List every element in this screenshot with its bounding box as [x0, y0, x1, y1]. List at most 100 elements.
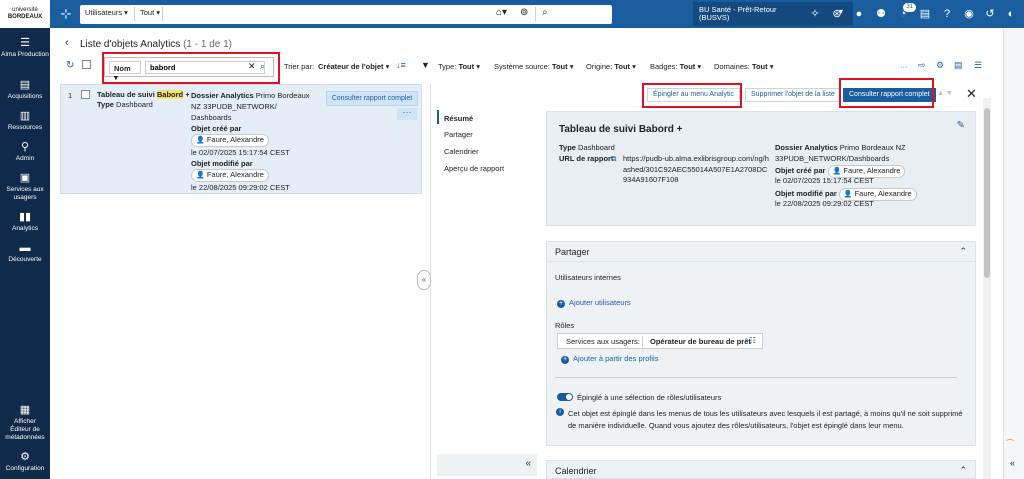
- clipboard-icon[interactable]: ▤: [917, 5, 933, 23]
- summary-card: Tableau de suivi Babord + ✎ Type Dashboa…: [546, 111, 976, 226]
- history-icon[interactable]: ↺: [982, 5, 998, 23]
- list-view-icon[interactable]: ☰: [974, 60, 982, 71]
- chart-icon: ▮▮: [18, 211, 32, 223]
- nav-metadata-editor[interactable]: ▦ Afficher Éditeur de métadonnées: [0, 404, 50, 442]
- export-icon[interactable]: ⇨: [918, 60, 926, 71]
- share-header[interactable]: Partager: [547, 242, 975, 262]
- scan-icon[interactable]: ⊛: [829, 5, 845, 23]
- detail-tab-preview[interactable]: Aperçu de rapport: [444, 164, 504, 173]
- user-chip[interactable]: 👤 Faure, Alexandre: [191, 134, 269, 147]
- nav-admin[interactable]: ⚲ Admin: [0, 141, 50, 163]
- gear-icon: ⚙: [20, 451, 30, 463]
- user-icon: 👤: [843, 191, 853, 198]
- chevron-up-icon[interactable]: ⌃: [959, 465, 967, 476]
- add-from-profiles-link[interactable]: + Ajouter à partir des profils: [561, 354, 658, 364]
- right-side-strip: ⌒ «: [1003, 28, 1024, 479]
- nav-alma-production[interactable]: ☰ Alma Production: [0, 37, 50, 59]
- clear-icon[interactable]: ✕: [248, 61, 256, 72]
- detail-tab-calendar[interactable]: Calendrier: [444, 147, 479, 156]
- collapse-panel-icon[interactable]: «: [417, 270, 431, 290]
- filter-origin[interactable]: Origine: Tout ▾: [586, 62, 636, 71]
- users-icon[interactable]: ⚉: [873, 5, 889, 23]
- list-item[interactable]: 1 Tableau de suivi Babord + Type Dashboa…: [60, 84, 422, 194]
- role-chip[interactable]: Services aux usagers: Opérateur de burea…: [557, 333, 763, 349]
- library-icon: ▥: [19, 110, 31, 122]
- nav-acquisitions[interactable]: ▤ Acquisitions: [0, 79, 50, 101]
- list-search-input[interactable]: [145, 61, 265, 74]
- nav-decouverte[interactable]: ▬ Découverte: [0, 242, 50, 264]
- user-icon: 👤: [196, 137, 205, 144]
- nav-ressources[interactable]: ▥ Ressources: [0, 110, 50, 132]
- search-icon[interactable]: ⌕: [542, 7, 548, 18]
- copy-icon[interactable]: ⧉: [611, 154, 621, 165]
- filter-icon[interactable]: ▼: [421, 60, 430, 70]
- expand-icon[interactable]: «: [1010, 458, 1015, 468]
- global-search-bar: Utilisateurs ▾ Tout ▾ ⌂▾ ⊚ ⌕: [80, 5, 612, 24]
- back-arrow-icon[interactable]: ‹: [65, 37, 69, 49]
- search-field-select[interactable]: Nom ▾: [109, 61, 141, 82]
- user-icon[interactable]: ●: [851, 5, 867, 23]
- search-field-select[interactable]: Tout ▾: [140, 8, 160, 17]
- book-icon: ▤: [19, 79, 31, 91]
- object-title: Tableau de suivi Babord +: [559, 124, 683, 135]
- nav-configuration[interactable]: ⚙ Configuration: [0, 451, 50, 473]
- consult-full-report-button[interactable]: Consulter rapport complet: [326, 91, 418, 106]
- plus-icon: +: [561, 356, 569, 364]
- nav-analytics[interactable]: ▮▮ Analytics: [0, 211, 50, 233]
- search-icon[interactable]: ⌕: [260, 61, 265, 72]
- settings-icon[interactable]: ⚙: [936, 60, 944, 71]
- notification-badge: 31: [902, 2, 917, 13]
- tasks-icon[interactable]: ✧: [807, 5, 823, 23]
- remove-object-button[interactable]: Supprimer l'objet de la liste: [745, 88, 841, 102]
- detail-scrollbar[interactable]: [983, 98, 991, 479]
- help-icon[interactable]: ?: [939, 5, 955, 23]
- side-menu-footer: «: [437, 454, 537, 476]
- chevron-up-icon[interactable]: ⌃: [959, 246, 967, 257]
- search-scope-select[interactable]: Utilisateurs ▾: [85, 8, 128, 17]
- sort-select[interactable]: Créateur de l'objet ▾: [318, 62, 389, 71]
- select-all-checkbox[interactable]: [82, 60, 91, 69]
- filter-type[interactable]: Type: Tout ▾: [438, 62, 480, 71]
- home-icon[interactable]: ⌂▾: [496, 7, 507, 18]
- top-bar: ⊹ Utilisateurs ▾ Tout ▾ ⌂▾ ⊚ ⌕ BU Santé …: [50, 0, 1024, 28]
- list-icon[interactable]: ☷: [749, 336, 756, 345]
- more-actions-button[interactable]: ···: [397, 108, 417, 120]
- moon-icon[interactable]: ◐: [1003, 5, 1019, 23]
- filter-source-system[interactable]: Système source: Tout ▾: [494, 62, 574, 71]
- edit-icon[interactable]: ✎: [957, 120, 965, 131]
- nav-services-usagers[interactable]: ▣ Services aux usagers: [0, 172, 50, 202]
- consult-full-report-primary-button[interactable]: Consulter rapport complet: [843, 88, 936, 102]
- sort-label: Trier par:: [284, 62, 315, 71]
- prev-next-arrows[interactable]: ▲ ▼: [937, 90, 953, 97]
- discover-icon: ▬: [19, 242, 31, 254]
- quick-add-icon[interactable]: ⊹: [58, 6, 74, 22]
- row-checkbox[interactable]: [81, 90, 90, 99]
- pinned-toggle[interactable]: [557, 393, 573, 401]
- detail-tab-summary[interactable]: Résumé: [444, 114, 473, 123]
- user-chip[interactable]: 👤 Faure, Alexandre: [191, 169, 269, 182]
- more-options-icon[interactable]: ···: [900, 62, 908, 71]
- row-title-col: Tableau de suivi Babord + Type Dashboard: [97, 90, 190, 109]
- university-logo[interactable]: université BORDEAUX: [0, 0, 50, 28]
- sort-direction-icon[interactable]: ↓≡: [396, 60, 406, 70]
- key-icon: ⚲: [20, 141, 30, 153]
- collapse-menu-icon[interactable]: «: [525, 458, 531, 469]
- share-panel: Partager ⌃ Utilisateurs internes + Ajoute…: [546, 241, 976, 446]
- pin-to-menu-button[interactable]: Épingler au menu Analytic: [647, 88, 740, 102]
- rainbow-logo-icon: ⌒: [1006, 439, 1014, 448]
- plus-icon: +: [557, 300, 565, 308]
- close-icon[interactable]: ✕: [966, 86, 977, 102]
- detail-tab-share[interactable]: Partager: [444, 130, 473, 139]
- columns-icon[interactable]: ▤: [954, 60, 963, 71]
- add-users-link[interactable]: + Ajouter utilisateurs: [557, 298, 631, 308]
- report-url[interactable]: https://pudb-ub.alma.exlibrisgroup.com/n…: [623, 154, 771, 186]
- filter-badges[interactable]: Badges: Tout ▾: [650, 62, 701, 71]
- calendar-panel-header[interactable]: Calendrier ⌃: [546, 460, 976, 479]
- user-icon: 👤: [832, 168, 842, 175]
- refresh-icon[interactable]: ↻: [66, 60, 74, 71]
- notifications-icon[interactable]: ◔ 31: [895, 2, 917, 23]
- search-settings-icon[interactable]: ⊚: [520, 7, 528, 18]
- chat-icon[interactable]: ◉: [961, 5, 977, 23]
- page-title: Liste d'objets Analytics (1 - 1 de 1): [80, 39, 233, 50]
- filter-domains[interactable]: Domaines: Tout ▾: [714, 62, 774, 71]
